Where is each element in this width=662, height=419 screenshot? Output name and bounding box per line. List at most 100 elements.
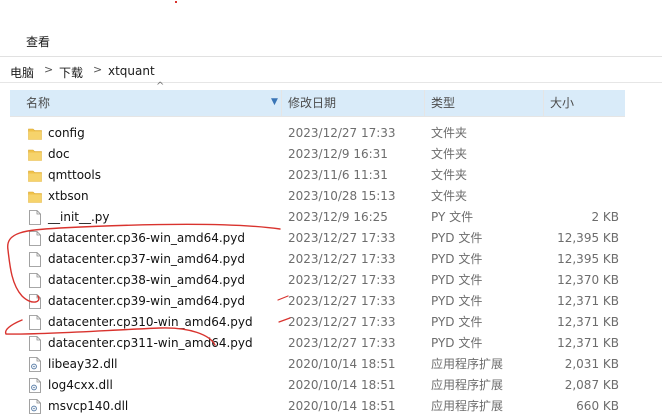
chevron-right-icon[interactable]: >	[44, 63, 53, 76]
file-row[interactable]: msvcp140.dll 2020/10/14 18:51 应用程序扩展 660 KB	[10, 396, 625, 417]
file-type: 应用程序扩展	[431, 357, 504, 371]
file-date-modified: 2020/10/14 18:51	[288, 378, 396, 392]
tab-view[interactable]: 查看	[26, 33, 50, 50]
breadcrumb-item-xtquant[interactable]: xtquant	[108, 64, 155, 78]
file-type: PYD 文件	[431, 273, 483, 287]
column-divider[interactable]	[424, 90, 425, 116]
file-date-modified: 2023/12/27 17:33	[288, 252, 396, 266]
file-icon	[28, 273, 42, 288]
file-size: 12,371 KB	[557, 294, 619, 308]
column-header-name[interactable]: 名称	[26, 90, 50, 116]
file-size: 12,371 KB	[557, 336, 619, 350]
column-header-size[interactable]: 大小	[550, 90, 574, 116]
breadcrumb-item-computer[interactable]: 电脑	[10, 64, 34, 81]
file-row[interactable]: __init__.py 2023/12/9 16:25 PY 文件 2 KB	[10, 207, 625, 228]
breadcrumb[interactable]: 电脑 > 下载 > xtquant	[0, 58, 662, 83]
file-date-modified: 2023/12/27 17:33	[288, 126, 396, 140]
file-size: 660 KB	[576, 399, 619, 413]
column-divider[interactable]	[543, 90, 544, 116]
file-date-modified: 2023/12/27 17:33	[288, 294, 396, 308]
file-name: datacenter.cp311-win_amd64.pyd	[48, 336, 253, 350]
file-name: __init__.py	[48, 210, 110, 224]
folder-icon	[28, 126, 42, 141]
file-row[interactable]: datacenter.cp39-win_amd64.pyd 2023/12/27 …	[10, 291, 625, 312]
folder-icon	[28, 147, 42, 162]
file-type: PYD 文件	[431, 294, 483, 308]
file-row[interactable]: config 2023/12/27 17:33 文件夹	[10, 123, 625, 144]
file-date-modified: 2020/10/14 18:51	[288, 357, 396, 371]
column-header-type[interactable]: 类型	[431, 90, 455, 116]
file-size: 12,395 KB	[557, 231, 619, 245]
file-date-modified: 2023/12/27 17:33	[288, 273, 396, 287]
file-name: datacenter.cp38-win_amd64.pyd	[48, 273, 245, 287]
breadcrumb-item-downloads[interactable]: 下载	[59, 64, 83, 81]
chevron-down-icon[interactable]: ▼	[271, 97, 278, 107]
file-list: config 2023/12/27 17:33 文件夹 doc 2023/12/9 16…	[10, 123, 662, 417]
file-size: 2,087 KB	[564, 378, 619, 392]
file-date-modified: 2023/12/27 17:33	[288, 231, 396, 245]
file-type: 文件夹	[431, 126, 468, 140]
file-date-modified: 2023/12/27 17:33	[288, 315, 396, 329]
file-row[interactable]: datacenter.cp38-win_amd64.pyd 2023/12/27 …	[10, 270, 625, 291]
file-row[interactable]: qmttools 2023/11/6 11:31 文件夹	[10, 165, 625, 186]
stray-red-dot	[175, 1, 177, 3]
file-date-modified: 2023/12/9 16:25	[288, 210, 388, 224]
file-type: 应用程序扩展	[431, 378, 504, 392]
file-name: config	[48, 126, 85, 140]
column-header-date[interactable]: 修改日期	[288, 90, 336, 116]
dll-icon	[28, 357, 42, 372]
folder-icon	[28, 189, 42, 204]
file-name: datacenter.cp36-win_amd64.pyd	[48, 231, 245, 245]
sort-ascending-icon: ^	[156, 81, 165, 92]
file-name: datacenter.cp39-win_amd64.pyd	[48, 294, 245, 308]
file-date-modified: 2023/10/28 15:13	[288, 189, 396, 203]
file-icon	[28, 210, 42, 225]
column-divider[interactable]	[281, 90, 282, 116]
file-icon	[28, 336, 42, 351]
file-name: qmttools	[48, 168, 101, 182]
file-name: datacenter.cp37-win_amd64.pyd	[48, 252, 245, 266]
file-type: 应用程序扩展	[431, 399, 504, 413]
file-icon	[28, 294, 42, 309]
file-row[interactable]: xtbson 2023/10/28 15:13 文件夹	[10, 186, 625, 207]
file-date-modified: 2023/12/9 16:31	[288, 147, 388, 161]
file-icon	[28, 252, 42, 267]
file-type: PYD 文件	[431, 336, 483, 350]
file-row[interactable]: datacenter.cp36-win_amd64.pyd 2023/12/27 …	[10, 228, 625, 249]
chevron-right-icon[interactable]: >	[93, 63, 102, 76]
file-type: PYD 文件	[431, 231, 483, 245]
file-type: PYD 文件	[431, 252, 483, 266]
file-type: 文件夹	[431, 147, 468, 161]
file-date-modified: 2023/11/6 11:31	[288, 168, 388, 182]
file-size: 12,370 KB	[557, 273, 619, 287]
file-type: 文件夹	[431, 189, 468, 203]
file-row[interactable]: doc 2023/12/9 16:31 文件夹	[10, 144, 625, 165]
file-size: 12,371 KB	[557, 315, 619, 329]
folder-icon	[28, 168, 42, 183]
file-icon	[28, 231, 42, 246]
file-size: 2 KB	[591, 210, 619, 224]
dll-icon	[28, 378, 42, 393]
dll-icon	[28, 399, 42, 414]
file-row[interactable]: datacenter.cp37-win_amd64.pyd 2023/12/27 …	[10, 249, 625, 270]
file-row[interactable]: log4cxx.dll 2020/10/14 18:51 应用程序扩展 2,087 K…	[10, 375, 625, 396]
file-size: 12,395 KB	[557, 252, 619, 266]
file-type: PY 文件	[431, 210, 474, 224]
file-type: PYD 文件	[431, 315, 483, 329]
file-name: datacenter.cp310-win_amd64.pyd	[48, 315, 253, 329]
file-icon	[28, 315, 42, 330]
column-header: ^ 名称 ▼ 修改日期 类型 大小	[10, 81, 625, 117]
file-size: 2,031 KB	[564, 357, 619, 371]
file-row[interactable]: datacenter.cp311-win_amd64.pyd 2023/12/27…	[10, 333, 625, 354]
ribbon: 查看	[0, 0, 662, 57]
file-row[interactable]: libeay32.dll 2020/10/14 18:51 应用程序扩展 2,031 …	[10, 354, 625, 375]
file-name: msvcp140.dll	[48, 399, 129, 413]
file-date-modified: 2020/10/14 18:51	[288, 399, 396, 413]
file-row[interactable]: datacenter.cp310-win_amd64.pyd 2023/12/27…	[10, 312, 625, 333]
file-name: xtbson	[48, 189, 89, 203]
file-date-modified: 2023/12/27 17:33	[288, 336, 396, 350]
file-name: doc	[48, 147, 70, 161]
file-name: libeay32.dll	[48, 357, 118, 371]
file-name: log4cxx.dll	[48, 378, 113, 392]
file-type: 文件夹	[431, 168, 468, 182]
